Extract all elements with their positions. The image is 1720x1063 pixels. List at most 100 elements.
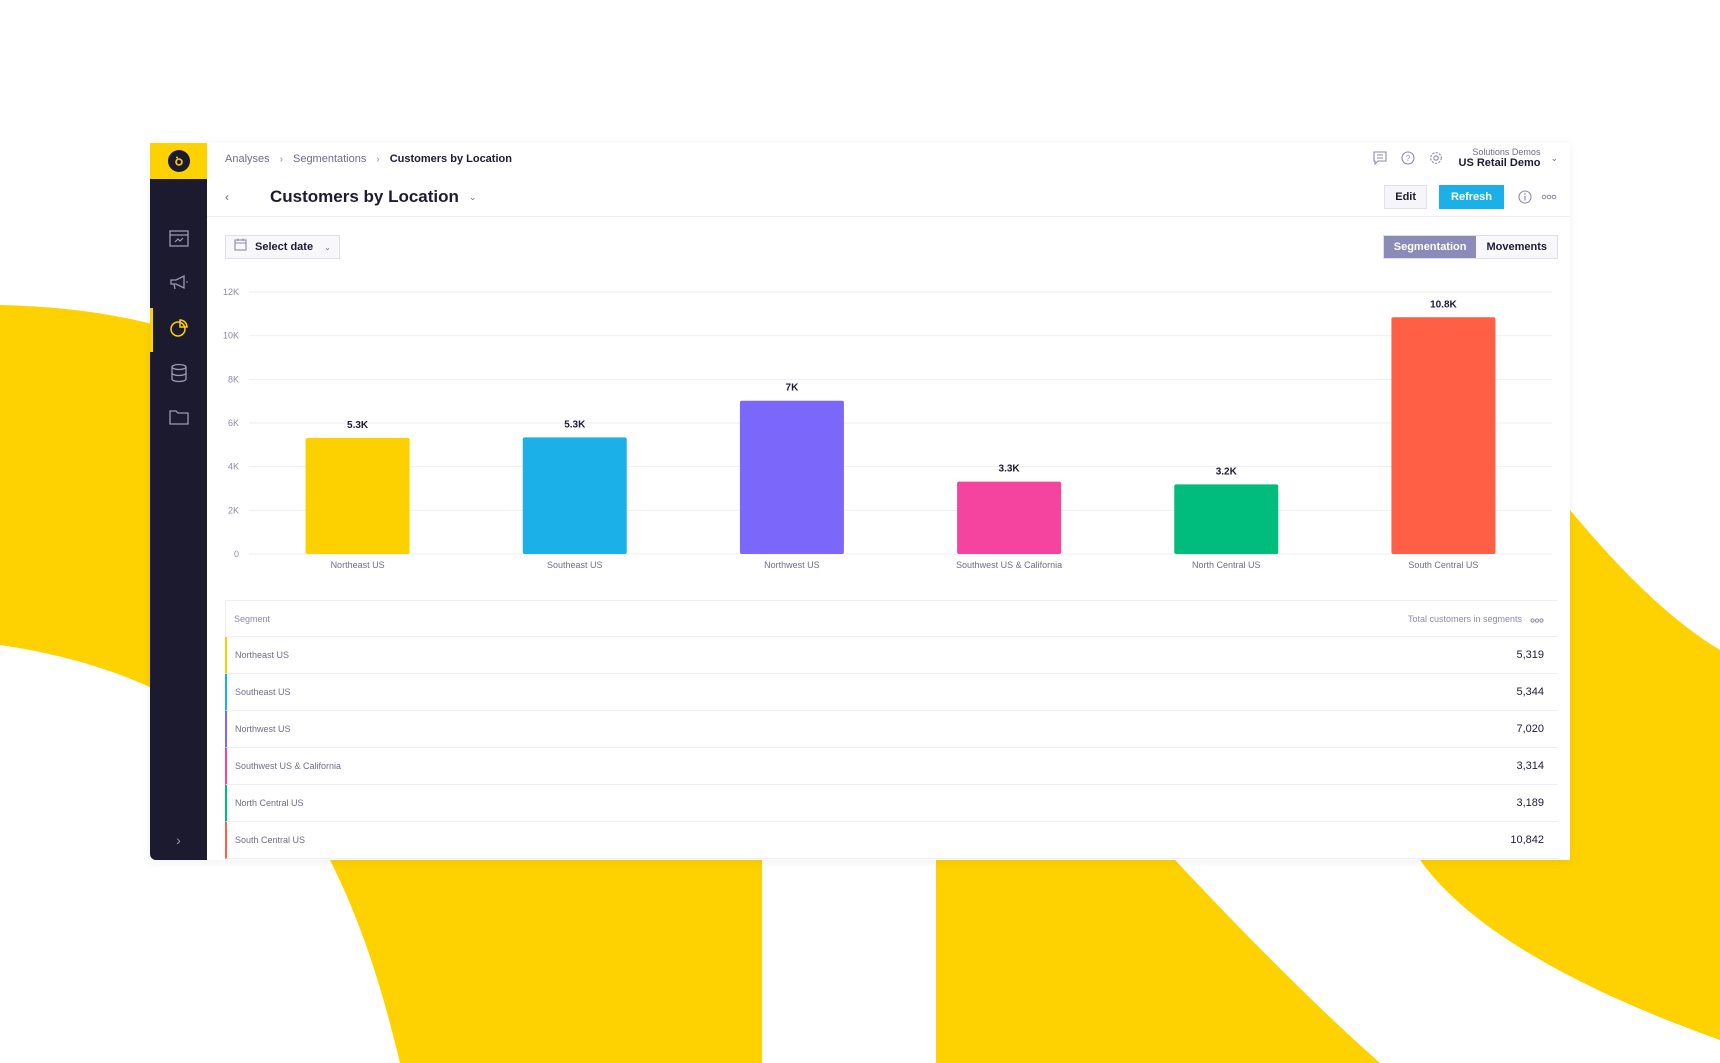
sidebar-item-analyses[interactable] xyxy=(150,308,207,352)
page-title: Customers by Location xyxy=(270,187,459,206)
y-tick-label: 8K xyxy=(228,374,239,384)
bar-data-label: 5.3K xyxy=(564,419,586,430)
breadcrumb-segmentations[interactable]: Segmentations xyxy=(293,153,366,165)
y-tick-label: 2K xyxy=(228,505,239,515)
x-tick-label: Northeast US xyxy=(331,560,385,570)
x-tick-label: Northwest US xyxy=(764,560,820,570)
refresh-button[interactable]: Refresh xyxy=(1439,185,1504,209)
bar-data-label: 10.8K xyxy=(1430,299,1457,310)
info-icon[interactable] xyxy=(1516,188,1534,206)
segment-total: 3,314 xyxy=(1516,760,1544,772)
table-body: Northeast US 5,319 Southeast US 5,344 Northw… xyxy=(225,637,1558,859)
title-row: ‹ Customers by Location ⌄ xyxy=(225,187,476,207)
breadcrumb-analyses[interactable]: Analyses xyxy=(225,153,270,165)
back-button[interactable]: ‹ xyxy=(225,190,245,204)
sidebar-item-dashboards[interactable] xyxy=(150,219,207,263)
edit-button[interactable]: Edit xyxy=(1384,185,1428,209)
segment-name: Southwest US & California xyxy=(235,761,342,771)
table-row[interactable]: Southeast US 5,344 xyxy=(225,674,1558,711)
breadcrumb-current: Customers by Location xyxy=(389,153,512,165)
bar[interactable] xyxy=(1174,484,1279,554)
table-row[interactable]: Northwest US 7,020 xyxy=(225,711,1558,748)
table-row[interactable]: South Central US 10,842 xyxy=(225,822,1558,859)
calendar-icon xyxy=(234,238,247,256)
bar[interactable] xyxy=(1391,317,1496,554)
bar-data-label: 5.3K xyxy=(347,420,369,431)
y-tick-label: 0 xyxy=(234,549,239,559)
database-icon xyxy=(169,363,189,388)
logo-mark-icon xyxy=(167,150,190,172)
bar[interactable] xyxy=(305,437,410,554)
gear-icon[interactable] xyxy=(1427,149,1445,167)
bar[interactable] xyxy=(739,400,844,554)
bar[interactable] xyxy=(522,437,627,554)
more-icon[interactable] xyxy=(1540,188,1558,206)
date-select[interactable]: Select date ⌄ xyxy=(225,235,340,259)
segment-name: Northwest US xyxy=(235,724,291,734)
bar[interactable] xyxy=(957,481,1062,554)
bar-data-label: 3.2K xyxy=(1216,466,1238,477)
chevron-right-icon: › xyxy=(176,832,181,848)
table-header: Segment Total customers in segments xyxy=(225,601,1558,637)
segment-name: Northeast US xyxy=(235,650,290,660)
segment-total: 5,344 xyxy=(1516,686,1544,698)
segment-name: North Central US xyxy=(235,798,304,808)
chevron-right-icon: › xyxy=(376,153,380,165)
y-tick-label: 12K xyxy=(223,287,239,297)
header-divider xyxy=(207,216,1570,217)
x-tick-label: Southeast US xyxy=(547,560,603,570)
x-tick-label: North Central US xyxy=(1192,560,1261,570)
bar-chart-svg: 0 2K 4K 6K 8K 10K 12K 5.3K Northeast US 5.3K South… xyxy=(223,287,1552,570)
bar-data-label: 7K xyxy=(786,383,800,394)
segment-total: 10,842 xyxy=(1510,834,1544,846)
top-toolbar: ? Solutions Demos US Retail Demo ⌄ xyxy=(1371,147,1558,169)
sidebar-item-campaigns[interactable] xyxy=(150,263,207,307)
megaphone-icon xyxy=(169,274,189,297)
chevron-down-icon: ⌄ xyxy=(324,242,331,252)
logo[interactable] xyxy=(150,143,207,179)
sidebar-item-data[interactable] xyxy=(150,353,207,397)
segment-name: South Central US xyxy=(235,835,306,845)
pie-chart-icon xyxy=(169,318,189,343)
chevron-down-icon[interactable]: ⌄ xyxy=(1550,153,1558,164)
bar-data-label: 3.3K xyxy=(999,464,1021,475)
sidebar: › xyxy=(150,143,207,860)
segment-total: 5,319 xyxy=(1516,649,1544,661)
table-row[interactable]: North Central US 3,189 xyxy=(225,785,1558,822)
main-content: Analyses › Segmentations › Customers by … xyxy=(207,143,1570,860)
y-tick-label: 10K xyxy=(223,331,239,341)
title-dropdown-icon[interactable]: ⌄ xyxy=(469,192,477,203)
chevron-right-icon: › xyxy=(279,153,283,165)
tab-movements[interactable]: Movements xyxy=(1476,236,1557,258)
table-row[interactable]: Northeast US 5,319 xyxy=(225,637,1558,674)
app-window: › Analyses › Segmentations › Customers b… xyxy=(150,143,1570,860)
x-tick-label: Southwest US & California xyxy=(956,560,1062,570)
bar-chart: 0 2K 4K 6K 8K 10K 12K 5.3K Northeast US 5.3K South… xyxy=(217,275,1552,570)
x-tick-label: South Central US xyxy=(1408,560,1478,570)
account-org: Solutions Demos xyxy=(1472,147,1541,157)
title-actions: Edit Refresh xyxy=(1384,185,1558,209)
column-header-total[interactable]: Total customers in segments xyxy=(1408,614,1522,624)
help-icon[interactable]: ? xyxy=(1399,149,1417,167)
y-tick-label: 6K xyxy=(228,418,239,428)
segment-total: 7,020 xyxy=(1516,723,1544,735)
breadcrumb: Analyses › Segmentations › Customers by … xyxy=(225,153,512,165)
sidebar-expand-button[interactable]: › xyxy=(150,828,207,852)
segment-name: Southeast US xyxy=(235,687,291,697)
dashboard-icon xyxy=(168,229,189,253)
column-header-segment[interactable]: Segment xyxy=(234,614,270,624)
table-row[interactable]: Southwest US & California 3,314 xyxy=(225,748,1558,785)
tab-segmentation[interactable]: Segmentation xyxy=(1383,236,1477,258)
account-switcher[interactable]: Solutions Demos US Retail Demo xyxy=(1459,147,1541,169)
sidebar-item-assets[interactable] xyxy=(150,397,207,441)
account-project: US Retail Demo xyxy=(1458,157,1541,169)
comment-icon[interactable] xyxy=(1371,149,1389,167)
date-select-label: Select date xyxy=(255,241,314,253)
svg-text:?: ? xyxy=(1405,154,1410,163)
y-tick-label: 4K xyxy=(228,462,239,472)
view-toggle: Segmentation Movements xyxy=(1382,235,1558,259)
column-more-icon[interactable] xyxy=(1530,610,1544,628)
segment-total: 3,189 xyxy=(1516,797,1544,809)
segments-table: Segment Total customers in segments Nort… xyxy=(225,600,1558,859)
folder-icon xyxy=(168,408,189,431)
